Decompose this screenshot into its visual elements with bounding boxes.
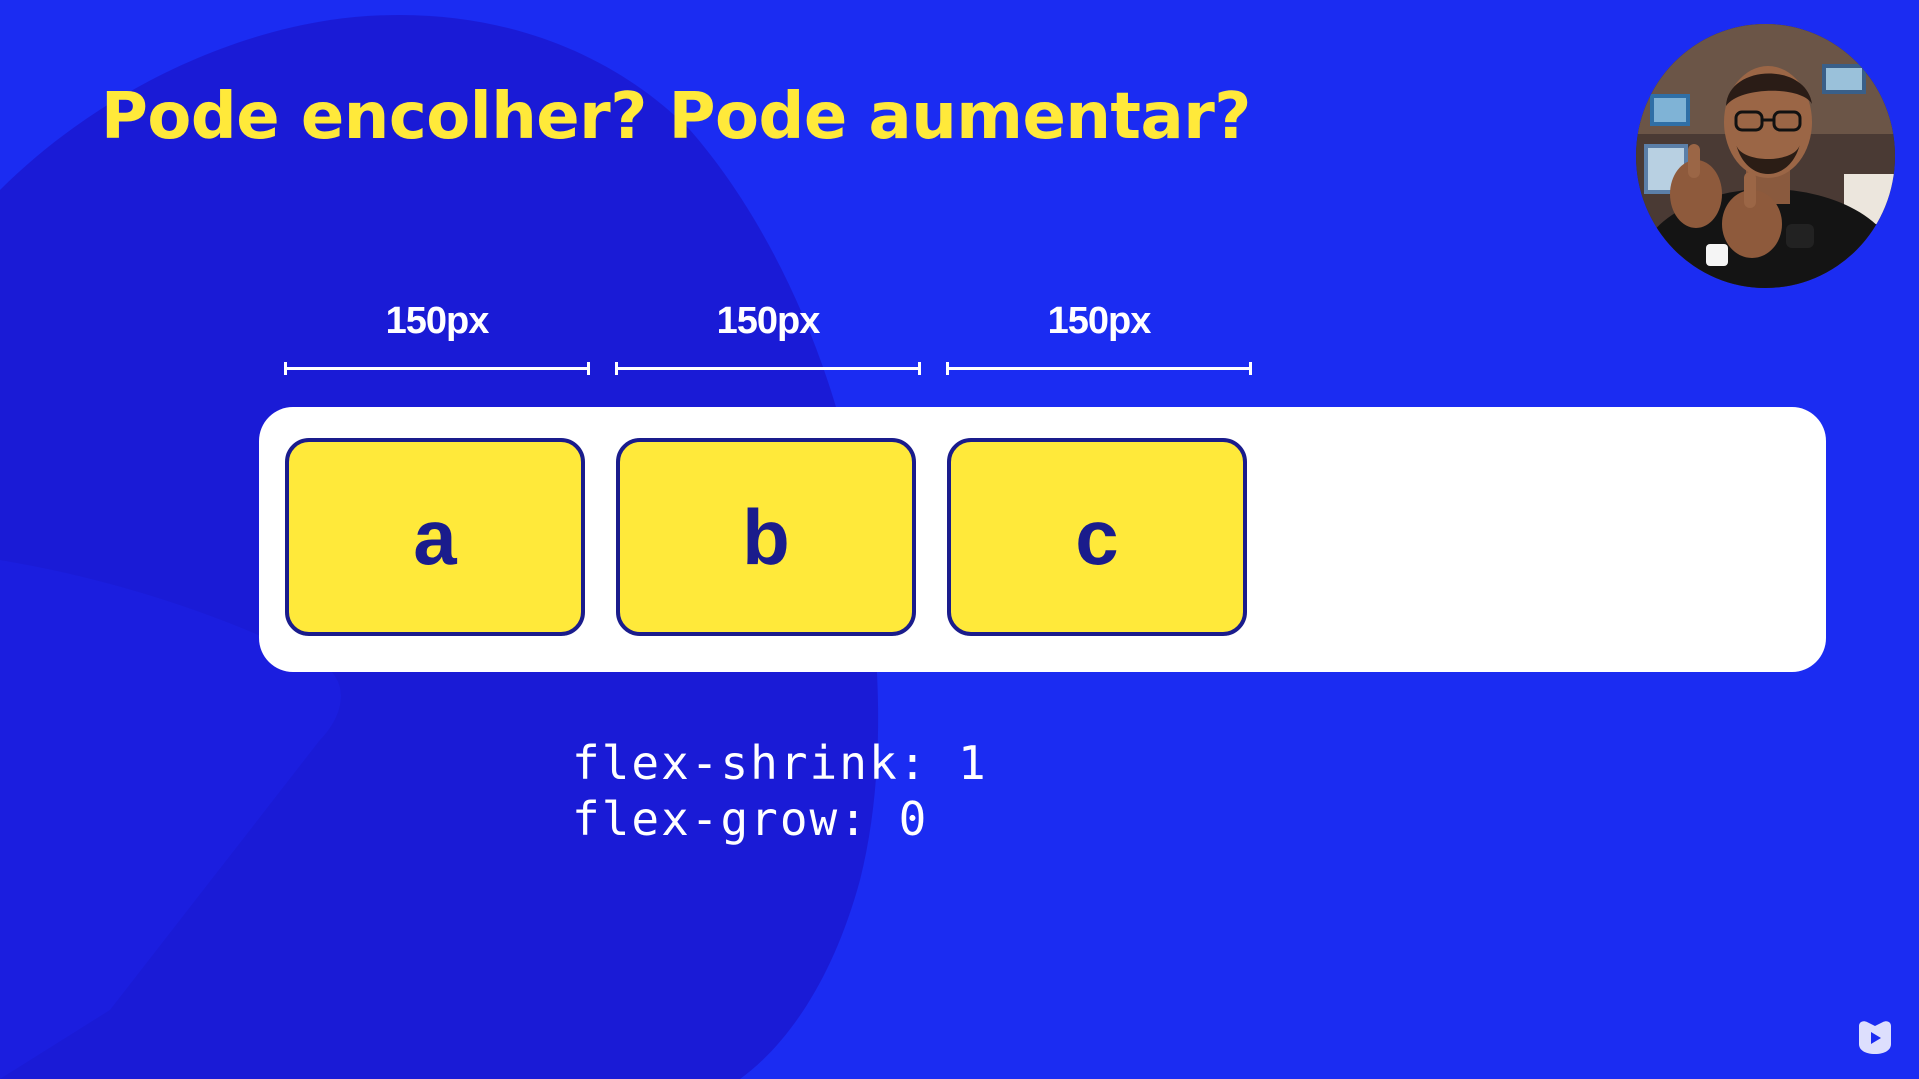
- measure-label: 150px: [385, 300, 490, 342]
- dimension-ruler: [284, 362, 590, 375]
- flex-item-b: b: [616, 438, 916, 636]
- code-line-flex-grow: flex-grow: 0: [572, 792, 929, 846]
- ruler-line: [946, 367, 1252, 370]
- ruler-tick-right: [587, 362, 590, 375]
- dimension-ruler: [615, 362, 921, 375]
- presenter-webcam-avatar: [1636, 24, 1895, 288]
- flex-item-c: c: [947, 438, 1247, 636]
- page-title: Pode encolher? Pode aumentar?: [101, 80, 1251, 154]
- ruler-tick-left: [615, 362, 618, 375]
- width-measure-b: 150px: [615, 300, 921, 375]
- measure-label: 150px: [716, 300, 821, 342]
- width-measure-a: 150px: [284, 300, 590, 375]
- video-play-logo-icon: [1859, 1021, 1891, 1054]
- code-line-flex-shrink: flex-shrink: 1: [572, 736, 988, 790]
- ruler-tick-right: [918, 362, 921, 375]
- ruler-tick-left: [284, 362, 287, 375]
- measure-label: 150px: [1047, 300, 1152, 342]
- ruler-line: [284, 367, 590, 370]
- ruler-tick-right: [1249, 362, 1252, 375]
- flex-container: a b c: [259, 407, 1826, 672]
- presenter-figure-icon: [1636, 24, 1895, 288]
- css-code-snippet: flex-shrink: 1 flex-grow: 0: [572, 735, 988, 847]
- dimension-ruler: [946, 362, 1252, 375]
- width-measure-c: 150px: [946, 300, 1252, 375]
- ruler-line: [615, 367, 921, 370]
- flex-item-a: a: [285, 438, 585, 636]
- ruler-tick-left: [946, 362, 949, 375]
